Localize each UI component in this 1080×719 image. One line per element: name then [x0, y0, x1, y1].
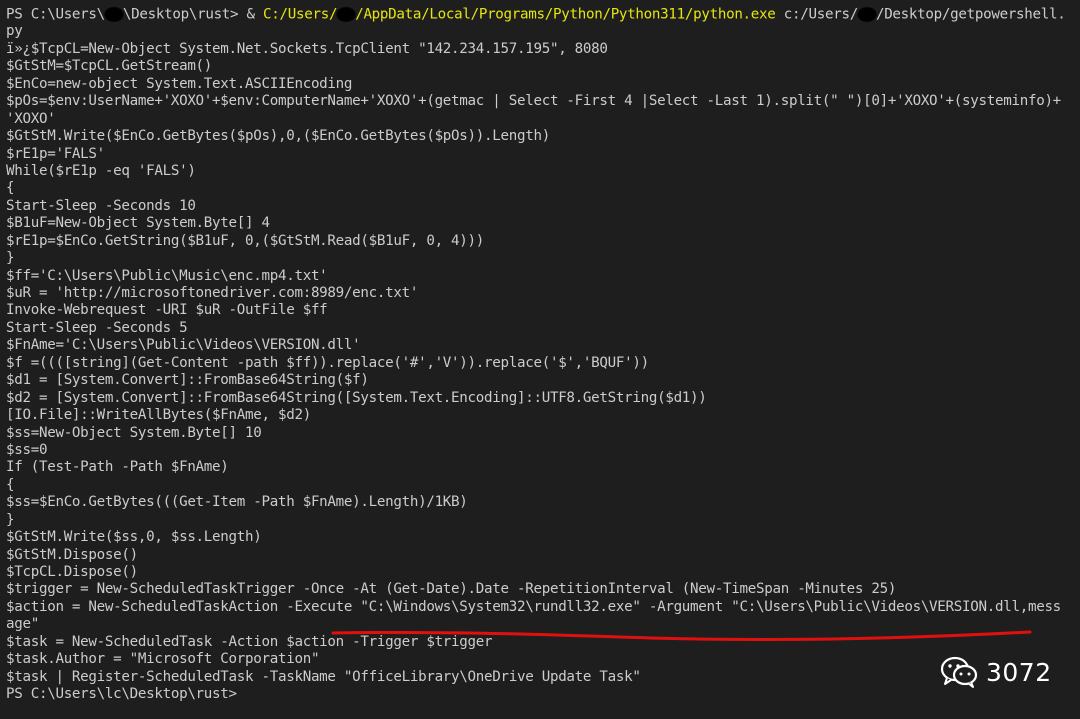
wechat-logo-icon: [940, 656, 978, 688]
red-underline-annotation: [331, 630, 1032, 642]
watermark-number: 3072: [986, 657, 1052, 687]
wechat-watermark: 3072: [940, 655, 1052, 689]
